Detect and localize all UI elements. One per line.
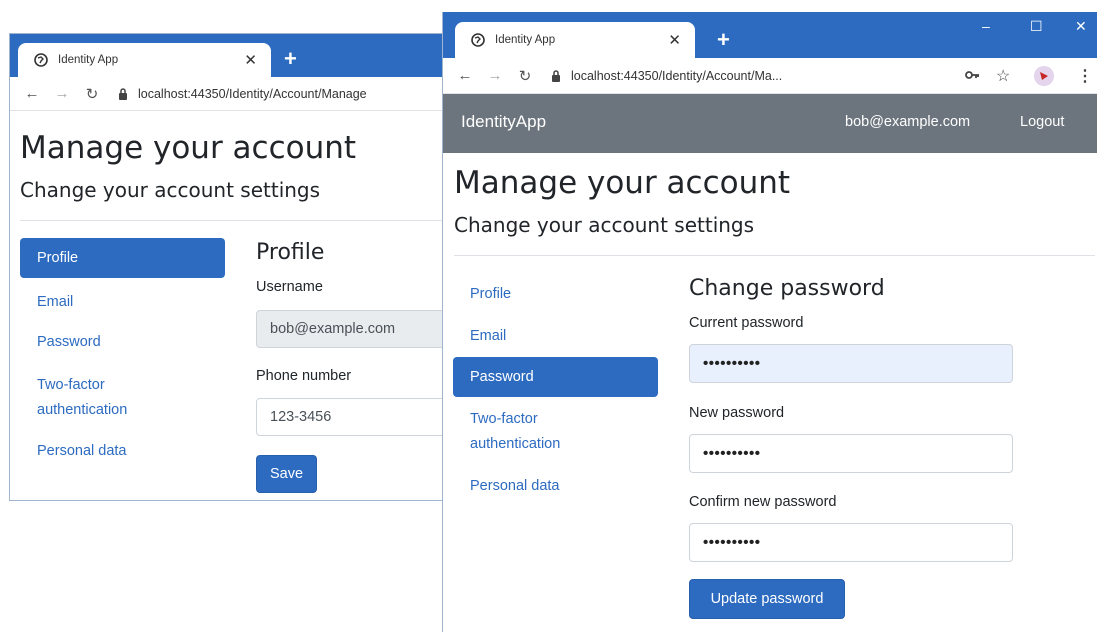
navbar-user[interactable]: bob@example.com xyxy=(845,114,970,130)
sidebar-item-two-factor[interactable]: Two-factor authentication xyxy=(453,407,603,457)
divider xyxy=(20,220,448,221)
forward-icon[interactable]: → xyxy=(54,85,70,102)
current-password-field[interactable]: •••••••••• xyxy=(689,344,1013,383)
back-icon[interactable]: ← xyxy=(457,67,473,84)
reload-icon[interactable]: ↻ xyxy=(84,86,100,103)
close-tab-icon[interactable]: ✕ xyxy=(668,31,681,49)
navbar-brand[interactable]: IdentityApp xyxy=(461,112,546,132)
phone-label: Phone number xyxy=(256,368,352,384)
url-field[interactable]: localhost:44350/Identity/Account/Manage xyxy=(138,87,367,101)
sidebar-item-email[interactable]: Email xyxy=(453,324,523,349)
logout-link[interactable]: Logout xyxy=(1020,114,1064,130)
save-button[interactable]: Save xyxy=(256,455,317,493)
tab-title: Identity App xyxy=(495,34,556,46)
back-icon[interactable]: ← xyxy=(24,85,40,102)
globe-icon xyxy=(471,33,485,47)
reload-icon[interactable]: ↻ xyxy=(517,68,533,85)
tab-strip: Identity App ✕ + xyxy=(10,34,448,77)
back-browser-window: Identity App ✕ + ← → ↻ localhost:44350/I… xyxy=(9,33,449,501)
address-bar: ← → ↻ localhost:44350/Identity/Account/M… xyxy=(10,77,448,111)
sidebar-item-password[interactable]: Password xyxy=(20,330,118,355)
sidebar-item-profile[interactable]: Profile xyxy=(20,238,225,278)
confirm-password-value: •••••••••• xyxy=(703,534,761,551)
page-subtitle: Change your account settings xyxy=(20,178,321,202)
menu-dots-icon[interactable]: ⋮ xyxy=(1077,66,1093,86)
sidebar-item-password[interactable]: Password xyxy=(453,357,658,397)
lock-icon xyxy=(118,87,128,100)
current-password-label: Current password xyxy=(689,315,804,331)
page-subtitle: Change your account settings xyxy=(454,213,755,237)
update-password-button[interactable]: Update password xyxy=(689,579,845,619)
key-icon[interactable] xyxy=(965,68,981,85)
close-window-icon[interactable]: ✕ xyxy=(1075,18,1087,35)
front-browser-window: Identity App ✕ + – ☐ ✕ ← → ↻ localhost:4… xyxy=(442,12,1097,632)
sidebar-item-email[interactable]: Email xyxy=(20,290,90,315)
tab-strip: Identity App ✕ + – ☐ ✕ xyxy=(443,12,1097,58)
sidebar-item-profile[interactable]: Profile xyxy=(453,282,528,307)
username-label: Username xyxy=(256,279,323,295)
new-password-label: New password xyxy=(689,405,785,421)
phone-field[interactable]: 123-3456 xyxy=(256,398,448,436)
section-title: Change password xyxy=(689,276,885,301)
section-title: Profile xyxy=(256,240,325,265)
star-icon[interactable]: ☆ xyxy=(996,66,1010,86)
forward-icon[interactable]: → xyxy=(487,67,503,84)
new-tab-icon[interactable]: + xyxy=(717,29,730,51)
new-tab-icon[interactable]: + xyxy=(284,48,297,70)
close-tab-icon[interactable]: ✕ xyxy=(244,51,257,69)
sidebar-item-two-factor[interactable]: Two-factor authentication xyxy=(20,373,170,423)
tab-title: Identity App xyxy=(58,54,119,66)
profile-avatar-icon[interactable] xyxy=(1033,65,1055,90)
sidebar-item-personal-data[interactable]: Personal data xyxy=(453,474,576,499)
divider xyxy=(454,255,1095,256)
app-navbar: IdentityApp bob@example.com Logout xyxy=(443,94,1097,153)
username-field[interactable]: bob@example.com xyxy=(256,310,448,348)
maximize-icon[interactable]: ☐ xyxy=(1030,18,1043,35)
new-password-field[interactable]: •••••••••• xyxy=(689,434,1013,473)
url-field[interactable]: localhost:44350/Identity/Account/Ma... xyxy=(571,69,782,83)
minimize-icon[interactable]: – xyxy=(982,18,990,34)
page-title: Manage your account xyxy=(454,165,791,201)
browser-tab[interactable]: Identity App ✕ xyxy=(455,22,695,58)
globe-icon xyxy=(34,53,48,67)
browser-tab[interactable]: Identity App ✕ xyxy=(18,43,271,77)
address-bar: ← → ↻ localhost:44350/Identity/Account/M… xyxy=(443,58,1097,94)
confirm-password-field[interactable]: •••••••••• xyxy=(689,523,1013,562)
sidebar-item-personal-data[interactable]: Personal data xyxy=(20,439,143,464)
current-password-value: •••••••••• xyxy=(703,355,761,372)
page-title: Manage your account xyxy=(20,130,357,166)
confirm-password-label: Confirm new password xyxy=(689,494,837,510)
lock-icon xyxy=(551,69,561,82)
new-password-value: •••••••••• xyxy=(703,445,761,462)
